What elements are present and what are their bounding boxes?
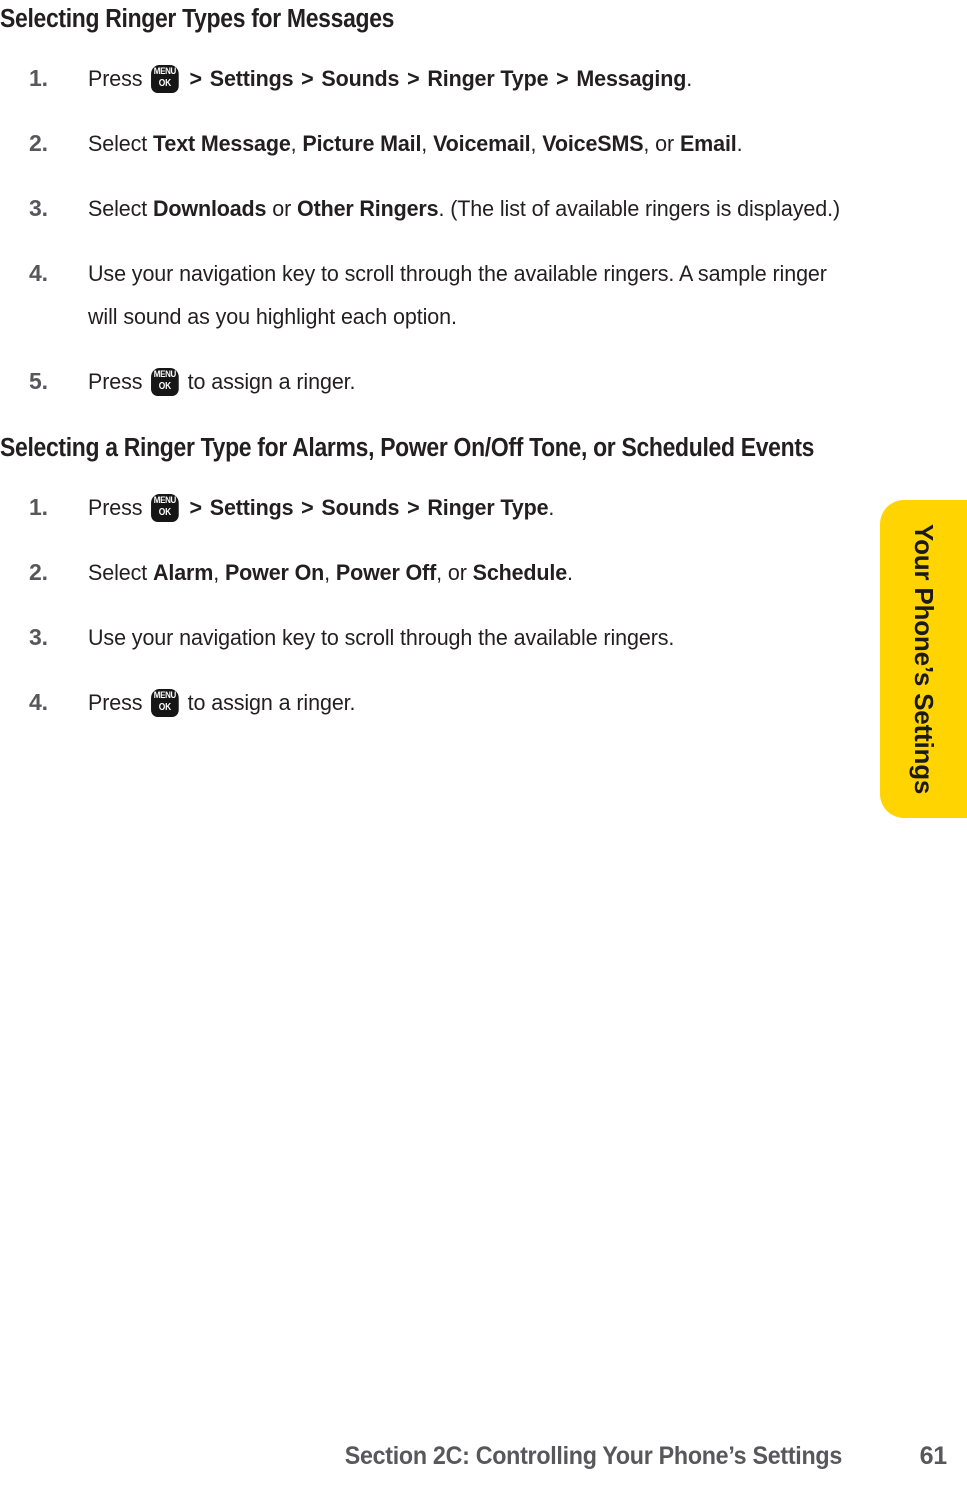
list-item: 3. Use your navigation key to scroll thro… <box>0 616 850 659</box>
emphasis-term: Downloads <box>153 196 267 221</box>
list-item: 5. Press MENU OK to assign a ringer. <box>0 360 850 403</box>
menu-ok-key-bottom-label: OK <box>158 702 172 713</box>
section-heading: Selecting Ringer Types for Messages <box>0 5 395 33</box>
step-list: 1. Press MENU OK > Settings > Sounds > Rin… <box>0 486 850 724</box>
chevron-separator-icon: > <box>401 495 426 520</box>
emphasis-term: Voicemail <box>433 131 531 156</box>
section-heading: Selecting a Ringer Type for Alarms, Powe… <box>0 434 815 462</box>
menu-ok-key-icon: MENU OK <box>151 689 179 717</box>
step-number: 1. <box>29 494 48 520</box>
section-2: Selecting a Ringer Type for Alarms, Powe… <box>0 433 850 724</box>
step-text: Use your navigation key to scroll throug… <box>88 261 827 329</box>
page-content: Selecting Ringer Types for Messages 1. Pr… <box>0 0 850 724</box>
step-number: 2. <box>29 130 48 156</box>
list-item: 4. Use your navigation key to scroll thro… <box>0 252 850 338</box>
menu-ok-key-top-label: MENU <box>153 369 177 380</box>
chevron-separator-icon: > <box>295 66 320 91</box>
emphasis-term: Settings <box>209 66 294 91</box>
step-text: Press MENU OK to assign a ringer. <box>88 368 356 396</box>
footer-section-title: Section 2C: Controlling Your Phone’s Set… <box>345 1442 843 1470</box>
emphasis-term: Power Off <box>335 560 437 585</box>
step-number: 1. <box>29 65 48 91</box>
emphasis-term: Sounds <box>321 66 400 91</box>
list-item: 3. Select Downloads or Other Ringers. (Th… <box>0 187 850 230</box>
list-item: 1. Press MENU OK > Settings > Sounds > Rin… <box>0 486 850 529</box>
emphasis-term: Sounds <box>321 495 400 520</box>
emphasis-term: Ringer Type <box>427 495 549 520</box>
emphasis-term: Ringer Type <box>427 66 549 91</box>
emphasis-term: VoiceSMS <box>542 131 644 156</box>
step-number: 3. <box>29 195 48 221</box>
menu-ok-key-bottom-label: OK <box>158 507 172 518</box>
emphasis-term: Email <box>679 131 737 156</box>
emphasis-term: Power On <box>224 560 325 585</box>
step-text: Use your navigation key to scroll throug… <box>88 625 675 650</box>
chevron-separator-icon: > <box>550 66 575 91</box>
section-1: Selecting Ringer Types for Messages 1. Pr… <box>0 4 850 403</box>
menu-ok-key-top-label: MENU <box>153 495 177 506</box>
list-item: 2. Select Text Message, Picture Mail, Voi… <box>0 122 850 165</box>
chevron-separator-icon: > <box>401 66 426 91</box>
menu-ok-key-icon: MENU OK <box>151 65 179 93</box>
step-number: 2. <box>29 559 48 585</box>
list-item: 1. Press MENU OK > Settings > Sounds > Rin… <box>0 57 850 100</box>
list-item: 2. Select Alarm, Power On, Power Off, or … <box>0 551 850 594</box>
side-tab: Your Phone’s Settings <box>880 500 967 818</box>
menu-ok-key-icon: MENU OK <box>151 368 179 396</box>
chevron-separator-icon: > <box>295 495 320 520</box>
step-number: 3. <box>29 624 48 650</box>
menu-ok-key-top-label: MENU <box>153 66 177 77</box>
chevron-separator-icon: > <box>183 495 208 520</box>
emphasis-term: Settings <box>209 495 294 520</box>
step-text: Select Alarm, Power On, Power Off, or Sc… <box>88 560 573 585</box>
side-tab-label: Your Phone’s Settings <box>908 523 939 795</box>
step-number: 4. <box>29 689 48 715</box>
footer-page-number: 61 <box>919 1442 948 1470</box>
manual-page: Selecting Ringer Types for Messages 1. Pr… <box>0 0 967 1486</box>
chevron-separator-icon: > <box>183 66 208 91</box>
step-text: Press MENU OK > Settings > Sounds > Ringe… <box>88 494 555 522</box>
step-text: Select Text Message, Picture Mail, Voice… <box>88 131 743 156</box>
menu-ok-key-bottom-label: OK <box>158 78 172 89</box>
list-item: 4. Press MENU OK to assign a ringer. <box>0 681 850 724</box>
page-footer: Section 2C: Controlling Your Phone’s Set… <box>0 1441 947 1471</box>
step-text: Press MENU OK > Settings > Sounds > Ringe… <box>88 65 693 93</box>
step-number: 5. <box>29 368 48 394</box>
menu-ok-key-bottom-label: OK <box>158 381 172 392</box>
emphasis-term: Alarm <box>153 560 214 585</box>
emphasis-term: Messaging <box>576 66 687 91</box>
emphasis-term: Schedule <box>472 560 568 585</box>
menu-ok-key-top-label: MENU <box>153 690 177 701</box>
step-text: Press MENU OK to assign a ringer. <box>88 689 356 717</box>
step-number: 4. <box>29 260 48 286</box>
emphasis-term: Other Ringers <box>297 196 439 221</box>
menu-ok-key-icon: MENU OK <box>151 494 179 522</box>
step-list: 1. Press MENU OK > Settings > Sounds > Rin… <box>0 57 850 403</box>
emphasis-term: Text Message <box>153 131 291 156</box>
step-text: Select Downloads or Other Ringers. (The … <box>88 196 841 221</box>
emphasis-term: Picture Mail <box>302 131 422 156</box>
